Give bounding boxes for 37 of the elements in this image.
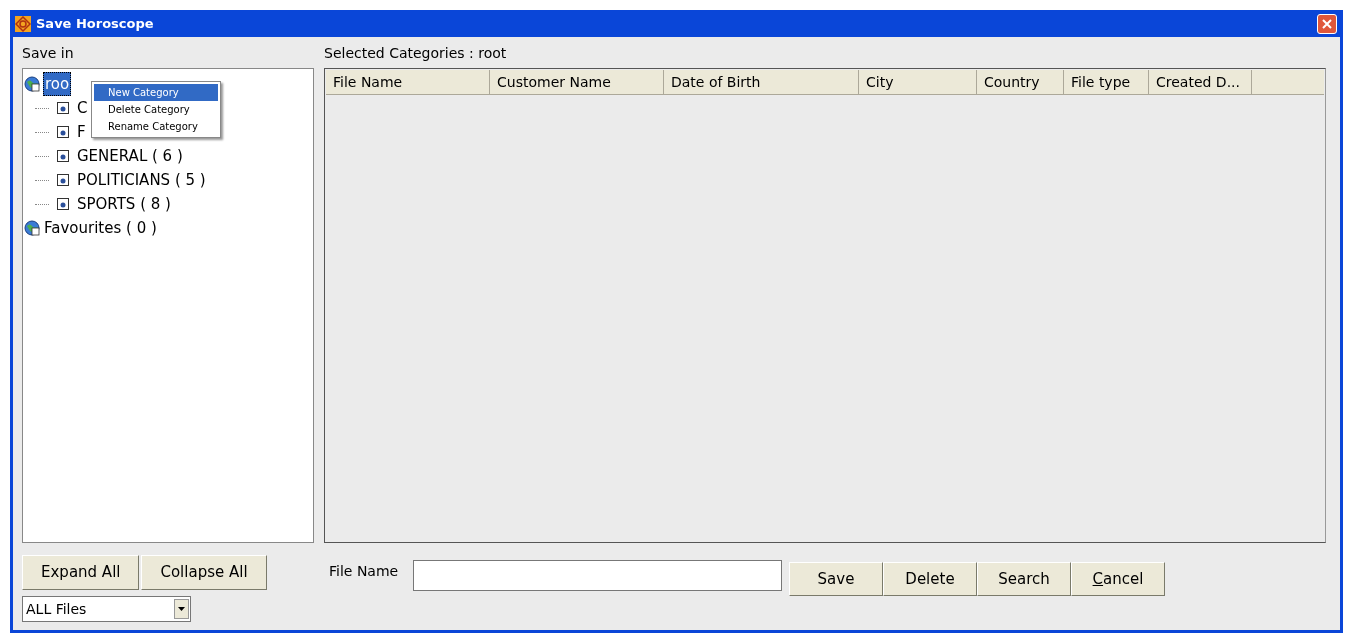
document-icon — [57, 126, 69, 138]
column-header[interactable]: Customer Name — [490, 70, 664, 94]
tree-item[interactable]: SPORTS ( 8 ) — [77, 192, 171, 216]
menu-item[interactable]: Delete Category — [94, 101, 218, 118]
tree-button[interactable]: Expand All — [22, 555, 140, 590]
save-in-label: Save in — [22, 44, 75, 63]
tree-item[interactable]: POLITICIANS ( 5 ) — [77, 168, 206, 192]
column-header[interactable]: Created D... — [1149, 70, 1252, 94]
app-icon — [15, 15, 31, 32]
column-header[interactable]: File type — [1064, 70, 1149, 94]
selected-categories-label: Selected Categories : root — [324, 44, 508, 63]
tree-item[interactable]: GENERAL ( 6 ) — [77, 144, 183, 168]
tree-item[interactable]: Favourites ( 0 ) — [43, 216, 158, 240]
window-title: Save Horoscope — [36, 14, 154, 33]
tree-button[interactable]: Collapse All — [141, 555, 267, 590]
file-name-label: File Name — [329, 562, 400, 581]
action-button[interactable]: Cancel — [1071, 562, 1165, 596]
document-icon — [57, 102, 69, 114]
column-header[interactable]: Country — [977, 70, 1064, 94]
column-header[interactable]: City — [859, 70, 977, 94]
tree-item[interactable]: F — [77, 120, 86, 144]
document-icon — [57, 174, 69, 186]
tree-item[interactable]: C — [77, 96, 88, 120]
close-icon — [1322, 18, 1332, 29]
column-header[interactable]: File Name — [326, 70, 490, 94]
action-button[interactable]: Save — [789, 562, 883, 596]
document-icon — [57, 150, 69, 162]
menu-item[interactable]: Rename Category — [94, 118, 218, 135]
action-button[interactable]: Search — [977, 562, 1071, 596]
column-header[interactable]: Date of Birth — [664, 70, 859, 94]
file-name-field[interactable] — [413, 560, 782, 591]
tree-item[interactable]: roo — [43, 71, 72, 97]
file-type-dropdown[interactable]: ALL Files — [22, 596, 191, 622]
action-button[interactable]: Delete — [883, 562, 977, 596]
document-icon — [57, 198, 69, 210]
close-button[interactable] — [1317, 13, 1337, 34]
menu-item[interactable]: New Category — [94, 84, 218, 101]
